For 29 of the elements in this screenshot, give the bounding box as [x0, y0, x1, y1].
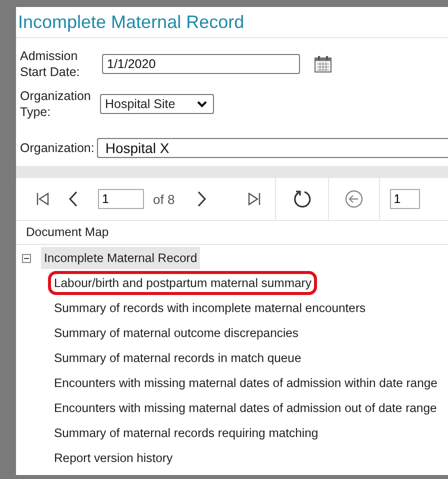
date-field[interactable]: 1/1/2020	[102, 54, 300, 74]
previous-page-icon[interactable]	[68, 191, 78, 207]
page-count: of 8	[153, 192, 175, 206]
tree-item[interactable]: Summary of records with incomplete maternal encounters	[48, 296, 372, 320]
field-label: Organization Type:	[20, 88, 92, 120]
tree-item[interactable]: Summary of maternal records requiring matching	[48, 420, 324, 444]
tree-item[interactable]: Labour/birth and postpartum maternal summary	[48, 270, 318, 294]
field-label: Organization:	[20, 140, 94, 156]
tree-item[interactable]: Report version history	[48, 446, 179, 470]
tree-item[interactable]: Encounters with missing maternal dates of admission within date range	[48, 370, 444, 394]
next-page-icon[interactable]	[196, 191, 207, 207]
first-page-icon[interactable]	[36, 192, 50, 206]
page-number-field[interactable]: 1	[98, 189, 144, 209]
last-page-icon[interactable]	[246, 192, 261, 206]
calendar-icon[interactable]	[314, 55, 332, 73]
organization-field[interactable]: Hospital X	[97, 138, 448, 158]
zoom-field[interactable]: 1	[390, 189, 420, 209]
tree-item[interactable]: Incomplete Maternal Record	[41, 247, 200, 269]
field-label: Admission Start Date:	[20, 48, 81, 80]
organization-type-dropdown[interactable]: Hospital Site	[100, 94, 214, 114]
tree-item[interactable]: Summary of maternal records in match queue	[48, 346, 308, 370]
back-icon[interactable]	[344, 190, 363, 208]
collapse-icon[interactable]	[22, 254, 31, 262]
report-title: Incomplete Maternal Record	[16, 7, 448, 38]
document-map-header: Document Map	[16, 221, 448, 245]
tree-item[interactable]: Encounters with missing maternal dates of admission out of date range	[48, 396, 443, 420]
tree-item[interactable]: Summary of maternal outcome discrepancies	[48, 320, 305, 344]
refresh-icon[interactable]	[292, 189, 312, 209]
chevron-down-icon	[197, 100, 207, 108]
